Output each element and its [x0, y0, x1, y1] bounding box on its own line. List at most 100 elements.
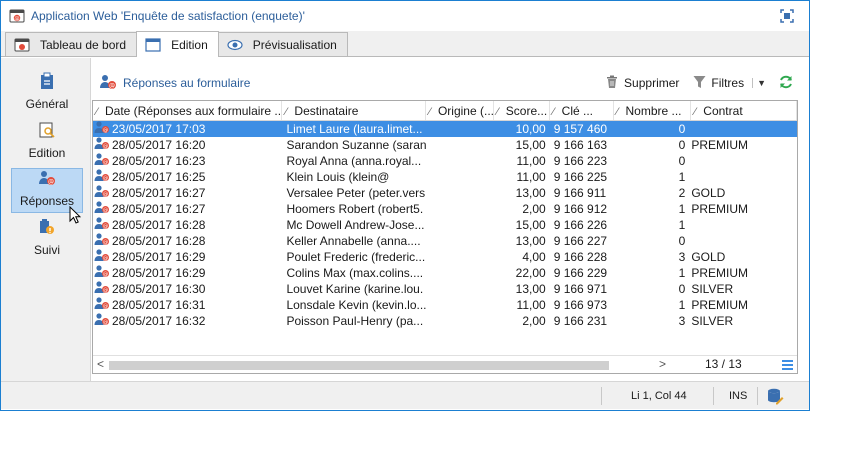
recipient-icon: @	[94, 313, 112, 329]
count-cell: 1	[678, 202, 686, 216]
count-cell: 3	[678, 314, 686, 328]
table-row[interactable]: @28/05/2017 16:31 Lonsdale Kevin (kevin.l…	[93, 297, 797, 313]
contract-cell	[691, 233, 797, 249]
sidebar-item-label: Réponses	[19, 194, 75, 208]
svg-text:@: @	[103, 192, 108, 198]
table-row[interactable]: @28/05/2017 16:23 Royal Anna (anna.royal.…	[93, 153, 797, 169]
filter-label: Filtres	[711, 76, 745, 90]
scroll-left-icon[interactable]: <	[97, 356, 104, 373]
tab-label: Edition	[171, 37, 208, 52]
score-cell: 10,00	[515, 122, 546, 136]
key-cell: 9 166 227	[553, 234, 608, 248]
count-cell: 3	[678, 250, 686, 264]
tab-edition[interactable]: Edition	[136, 31, 219, 57]
table-row[interactable]: @23/05/2017 17:03 Limet Laure (laura.lime…	[93, 121, 797, 137]
table-row[interactable]: @28/05/2017 16:29 Colins Max (max.colins.…	[93, 265, 797, 281]
score-cell: 15,00	[515, 218, 546, 232]
sidebar-item-edition[interactable]: Edition	[11, 119, 83, 164]
table-row[interactable]: @28/05/2017 16:30 Louvet Karine (karine.l…	[93, 281, 797, 297]
clipboard-icon	[39, 72, 55, 97]
date-cell: @28/05/2017 16:28	[93, 233, 282, 249]
refresh-button[interactable]	[778, 74, 799, 93]
count-cell: 1	[678, 170, 686, 184]
contract-cell: GOLD	[691, 186, 726, 200]
column-header-label: Contrat	[703, 104, 743, 118]
date-text: 28/05/2017 16:23	[112, 154, 206, 168]
table-header: ⁄ Date (Réponses aux formulaire ... ⁄ Dest…	[93, 101, 797, 121]
table-row[interactable]: @28/05/2017 16:28 Keller Annabelle (anna.…	[93, 233, 797, 249]
svg-text:@: @	[109, 82, 115, 89]
sidebar-item-general[interactable]: Général	[11, 70, 83, 115]
refresh-icon	[778, 74, 799, 93]
user-response-icon: @	[38, 169, 56, 194]
date-text: 28/05/2017 16:32	[112, 314, 206, 328]
scroll-thumb[interactable]	[109, 361, 609, 370]
toolbar-actions: Supprimer Filtres ▼	[591, 74, 799, 93]
column-header-count[interactable]: ⁄ Nombre ...	[614, 101, 692, 120]
table-row[interactable]: @28/05/2017 16:25 Klein Louis (klein@ 11,0…	[93, 169, 797, 185]
table-body: @23/05/2017 17:03 Limet Laure (laura.lime…	[93, 121, 797, 329]
recipient-cell: Louvet Karine (karine.lou.	[286, 282, 424, 296]
recipient-icon: @	[94, 137, 112, 153]
column-header-key[interactable]: ⁄ Clé ...	[550, 101, 614, 120]
tracking-icon	[38, 218, 56, 243]
key-cell: 9 166 971	[553, 282, 608, 296]
date-cell: @28/05/2017 16:28	[93, 217, 282, 233]
horizontal-scrollbar[interactable]: < > 13 / 13	[93, 355, 797, 373]
score-cell: 11,00	[516, 298, 546, 312]
svg-text:@: @	[103, 224, 108, 230]
score-cell: 13,00	[515, 234, 546, 248]
svg-text:@: @	[48, 179, 54, 186]
table-row[interactable]: @28/05/2017 16:27 Versalee Peter (peter.v…	[93, 185, 797, 201]
svg-text:@: @	[103, 288, 108, 294]
sidebar-item-label: Edition	[28, 146, 66, 160]
date-text: 28/05/2017 16:20	[112, 138, 206, 152]
origin-cell	[426, 265, 494, 281]
date-cell: @28/05/2017 16:20	[93, 137, 282, 153]
insert-mode: INS	[729, 390, 748, 402]
table-row[interactable]: @28/05/2017 16:32 Poisson Paul-Henry (pa.…	[93, 313, 797, 329]
chevron-down-icon[interactable]: ▼	[752, 78, 766, 88]
tab-dashboard[interactable]: Tableau de bord	[5, 32, 138, 56]
column-header-date[interactable]: ⁄ Date (Réponses aux formulaire ...	[93, 101, 283, 120]
contract-cell: PREMIUM	[691, 266, 748, 280]
svg-text:@: @	[103, 304, 108, 310]
scroll-right-icon[interactable]: >	[659, 356, 666, 373]
table-row[interactable]: @28/05/2017 16:29 Poulet Frederic (freder…	[93, 249, 797, 265]
table-row[interactable]: @28/05/2017 16:20 Sarandon Suzanne (saran…	[93, 137, 797, 153]
user-response-icon: @	[99, 74, 123, 93]
key-cell: 9 166 912	[553, 202, 608, 216]
score-cell: 15,00	[515, 138, 546, 152]
key-cell: 9 166 225	[553, 170, 608, 184]
origin-cell	[426, 217, 494, 233]
score-cell: 2,00	[522, 314, 546, 328]
recipient-icon: @	[94, 249, 112, 265]
key-cell: 9 166 223	[553, 154, 608, 168]
svg-text:@: @	[103, 208, 108, 214]
recipient-icon: @	[94, 297, 112, 313]
delete-button[interactable]: Supprimer	[605, 75, 679, 92]
database-icon[interactable]	[766, 387, 784, 408]
score-cell: 13,00	[515, 186, 546, 200]
table-row[interactable]: @28/05/2017 16:27 Hoomers Robert (robert5…	[93, 201, 797, 217]
score-cell: 13,00	[515, 282, 546, 296]
table-row[interactable]: @28/05/2017 16:28 Mc Dowell Andrew-Jose..…	[93, 217, 797, 233]
column-header-label: Clé ...	[561, 104, 593, 118]
sidebar-item-label: Général	[25, 97, 69, 111]
menu-icon[interactable]	[782, 360, 793, 372]
key-cell: 9 166 231	[553, 314, 608, 328]
date-cell: @28/05/2017 16:29	[93, 249, 282, 265]
date-text: 28/05/2017 16:31	[112, 298, 206, 312]
column-header-contract[interactable]: ⁄ Contrat	[691, 101, 797, 120]
column-header-label: Score...	[505, 104, 548, 118]
column-header-origin[interactable]: ⁄ Origine (...	[426, 101, 494, 120]
maximize-icon[interactable]	[779, 8, 795, 24]
key-cell: 9 166 163	[553, 138, 608, 152]
contract-cell: PREMIUM	[691, 298, 748, 312]
tab-preview[interactable]: Prévisualisation	[217, 32, 348, 56]
recipient-cell: Poisson Paul-Henry (pa...	[286, 314, 424, 328]
recipient-cell: Sarandon Suzanne (saran.	[286, 138, 427, 152]
column-header-score[interactable]: ⁄ Score...	[494, 101, 550, 120]
filter-button[interactable]: Filtres ▼	[693, 75, 766, 92]
column-header-recipient[interactable]: ⁄ Destinataire	[282, 101, 426, 120]
